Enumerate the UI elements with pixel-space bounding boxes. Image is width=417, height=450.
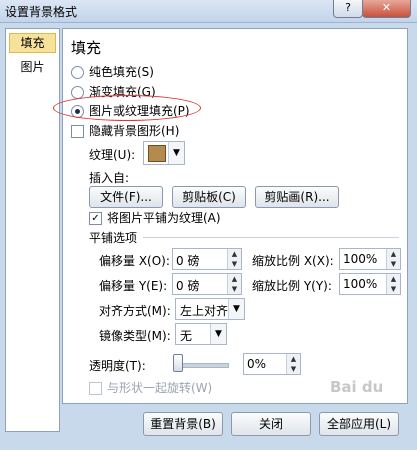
spinner-arrows-icon[interactable]: ▲ ▼ — [227, 249, 241, 269]
alignment-value: 左上对齐 — [180, 304, 229, 318]
transparency-slider-track[interactable] — [175, 363, 229, 368]
divider — [143, 237, 399, 238]
chevron-down-icon: ▼ — [210, 324, 226, 344]
tab-fill[interactable]: 填充 — [9, 33, 56, 53]
spinner-arrows-icon[interactable]: ▲ ▼ — [386, 249, 400, 269]
insert-clipboard-button[interactable]: 剪贴板(C) — [172, 186, 246, 208]
hide-bg-graphics-checkbox[interactable] — [71, 125, 84, 138]
close-button[interactable]: 关闭 — [231, 412, 311, 436]
tiling-options-heading: 平铺选项 — [89, 231, 138, 245]
help-button[interactable]: ? — [333, 0, 363, 18]
alignment-select[interactable]: 左上对齐 ▼ — [175, 298, 245, 320]
tab-picture[interactable]: 图片 — [9, 57, 56, 77]
hide-bg-graphics-label[interactable]: 隐藏背景图形(H) — [89, 122, 179, 139]
scale-x-spinner[interactable]: 100% ▲ ▼ — [339, 248, 401, 270]
transparency-label: 透明度(T): — [89, 359, 146, 373]
scale-y-value: 100% — [343, 277, 378, 291]
highlight-oval — [53, 95, 201, 121]
offset-y-spinner[interactable]: 0 磅 ▲ ▼ — [172, 273, 242, 295]
rotate-with-shape-checkbox[interactable] — [89, 382, 102, 395]
tile-texture-label[interactable]: 将图片平铺为纹理(A) — [107, 209, 221, 226]
spinner-arrows-icon[interactable]: ▲ ▼ — [286, 354, 300, 374]
scale-x-value: 100% — [343, 252, 378, 266]
title-bar: 设置背景格式 ? ✕ — [0, 0, 417, 23]
transparency-slider-thumb[interactable] — [173, 354, 183, 372]
offset-x-spinner[interactable]: 0 磅 ▲ ▼ — [172, 248, 242, 270]
rotate-with-shape-label[interactable]: 与形状一起旋转(W) — [107, 379, 212, 396]
window-title: 设置背景格式 — [5, 5, 78, 19]
texture-picker[interactable]: ▼ — [143, 141, 185, 165]
spinner-arrows-icon[interactable]: ▲ ▼ — [227, 274, 241, 294]
offset-y-label: 偏移量 Y(E): — [99, 279, 168, 293]
scale-y-label: 缩放比例 Y(Y): — [252, 279, 332, 293]
mirror-type-label: 镜像类型(M): — [99, 329, 171, 343]
reset-background-button[interactable]: 重置背景(B) — [143, 412, 223, 436]
insert-file-button[interactable]: 文件(F)... — [89, 186, 163, 208]
transparency-spinner[interactable]: 0% ▲ ▼ — [243, 353, 301, 375]
mirror-type-select[interactable]: 无 ▼ — [175, 323, 227, 345]
scale-x-label: 缩放比例 X(X): — [252, 254, 334, 268]
tile-texture-checkbox[interactable]: ✓ — [89, 212, 102, 225]
transparency-value: 0% — [247, 357, 267, 371]
fill-heading: 填充 — [71, 39, 102, 57]
close-window-button[interactable]: ✕ — [362, 0, 411, 18]
scale-y-spinner[interactable]: 100% ▲ ▼ — [339, 273, 401, 295]
insert-clipart-button[interactable]: 剪贴画(R)... — [255, 186, 339, 208]
baidu-watermark: Bai du — [330, 378, 384, 396]
solid-fill-radio[interactable] — [71, 66, 84, 79]
mirror-type-value: 无 — [180, 329, 193, 343]
texture-swatch-icon — [148, 145, 166, 162]
solid-fill-label[interactable]: 纯色填充(S) — [89, 63, 154, 80]
offset-y-value: 0 磅 — [176, 279, 200, 293]
category-list: 填充 图片 — [5, 28, 60, 432]
alignment-label: 对齐方式(M): — [99, 304, 171, 318]
apply-to-all-button[interactable]: 全部应用(L) — [319, 412, 399, 436]
texture-label: 纹理(U): — [89, 148, 136, 162]
chevron-down-icon: ▼ — [228, 299, 244, 319]
fill-panel: 填充 纯色填充(S) 渐变填充(G) 图片或纹理填充(P) 隐藏背景图形(H) … — [53, 28, 408, 404]
offset-x-label: 偏移量 X(O): — [99, 254, 170, 268]
spinner-arrows-icon[interactable]: ▲ ▼ — [386, 274, 400, 294]
chevron-down-icon: ▼ — [168, 142, 184, 164]
offset-x-value: 0 磅 — [176, 254, 200, 268]
insert-from-label: 插入自: — [89, 171, 130, 185]
